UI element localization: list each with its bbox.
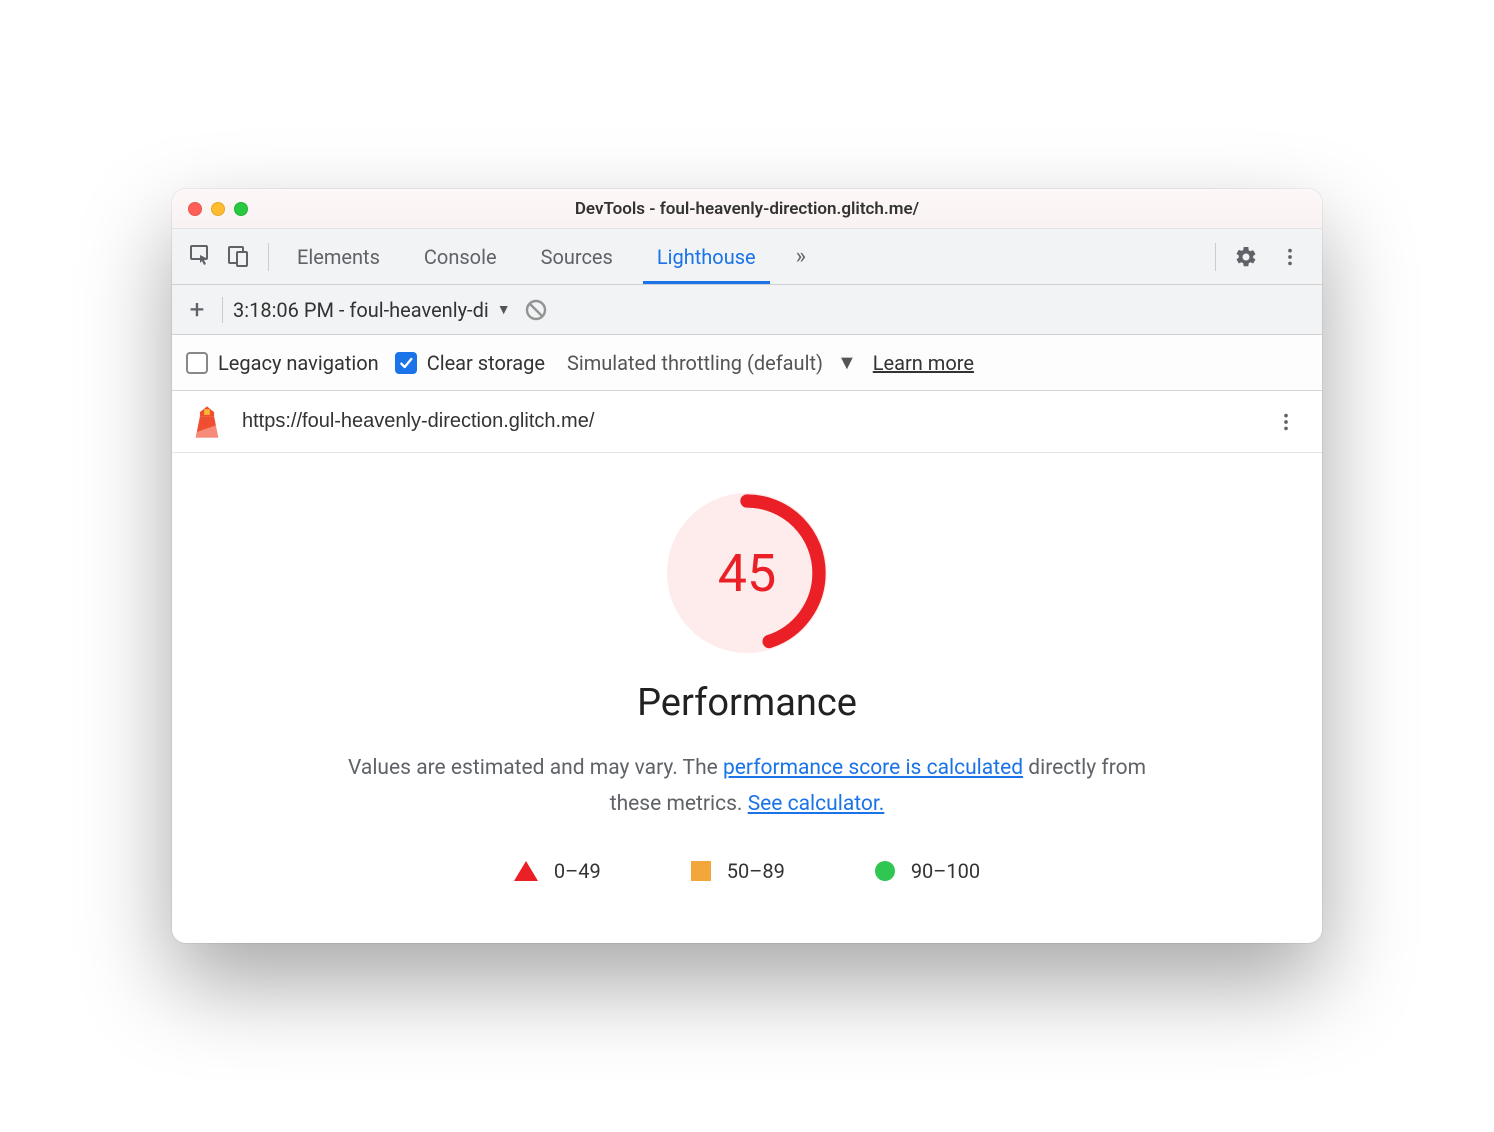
- square-icon: [691, 861, 711, 881]
- clear-storage-label: Clear storage: [427, 351, 545, 375]
- settings-button[interactable]: [1226, 237, 1266, 277]
- minimize-window-button[interactable]: [211, 202, 225, 216]
- tabstrip-left: [178, 243, 262, 271]
- report-header: https://foul-heavenly-direction.glitch.m…: [172, 391, 1322, 453]
- devtools-window: DevTools - foul-heavenly-direction.glitc…: [172, 189, 1322, 942]
- clear-reports-button[interactable]: [521, 295, 551, 325]
- devtools-tabstrip: Elements Console Sources Lighthouse »: [172, 229, 1322, 285]
- report-menu-button[interactable]: [1268, 404, 1304, 440]
- titlebar: DevTools - foul-heavenly-direction.glitc…: [172, 189, 1322, 229]
- divider: [1215, 243, 1216, 271]
- lighthouse-toolbar: + 3:18:06 PM - foul-heavenly-di ▼: [172, 285, 1322, 335]
- legacy-navigation-checkbox[interactable]: [186, 352, 208, 374]
- circle-icon: [875, 861, 895, 881]
- device-toolbar-icon[interactable]: [226, 243, 250, 271]
- tab-lighthouse[interactable]: Lighthouse: [635, 229, 778, 284]
- legend-average-label: 50–89: [727, 859, 785, 883]
- legend-fail: 0–49: [514, 859, 601, 883]
- score-legend: 0–49 50–89 90–100: [202, 859, 1292, 883]
- performance-score: 45: [667, 493, 827, 653]
- chevron-down-icon: ▼: [497, 301, 511, 318]
- lighthouse-options: Legacy navigation Clear storage Simulate…: [172, 335, 1322, 391]
- tab-console[interactable]: Console: [402, 229, 519, 284]
- legend-pass-label: 90–100: [911, 859, 980, 883]
- chevron-down-icon: ▼: [837, 350, 857, 375]
- new-report-button[interactable]: +: [182, 295, 212, 325]
- clear-storage-option[interactable]: Clear storage: [395, 351, 545, 375]
- legend-fail-label: 0–49: [554, 859, 601, 883]
- legacy-navigation-label: Legacy navigation: [218, 351, 379, 375]
- window-title: DevTools - foul-heavenly-direction.glitc…: [172, 199, 1322, 219]
- more-tabs-button[interactable]: »: [778, 244, 824, 269]
- throttling-selector[interactable]: Simulated throttling (default) ▼: [567, 350, 857, 375]
- report-url: https://foul-heavenly-direction.glitch.m…: [242, 410, 594, 433]
- divider: [222, 297, 223, 323]
- report-selector[interactable]: 3:18:06 PM - foul-heavenly-di ▼: [233, 298, 511, 322]
- inspect-element-icon[interactable]: [188, 243, 212, 271]
- close-window-button[interactable]: [188, 202, 202, 216]
- throttling-label: Simulated throttling (default): [567, 351, 823, 375]
- legend-average: 50–89: [691, 859, 785, 883]
- desc-text: Values are estimated and may vary. The: [348, 756, 723, 780]
- tab-elements[interactable]: Elements: [275, 229, 402, 284]
- performance-description: Values are estimated and may vary. The p…: [322, 751, 1172, 822]
- score-calc-link[interactable]: performance score is calculated: [723, 756, 1023, 780]
- tab-sources[interactable]: Sources: [519, 229, 635, 284]
- report-selector-label: 3:18:06 PM - foul-heavenly-di: [233, 298, 489, 322]
- triangle-icon: [514, 861, 538, 881]
- performance-title: Performance: [202, 681, 1292, 725]
- tabstrip-right: [1209, 237, 1316, 277]
- performance-section: 45 Performance Values are estimated and …: [172, 453, 1322, 942]
- window-controls: [172, 202, 248, 216]
- lighthouse-icon: [190, 405, 224, 439]
- see-calculator-link[interactable]: See calculator.: [748, 792, 885, 816]
- clear-storage-checkbox[interactable]: [395, 352, 417, 374]
- legacy-navigation-option[interactable]: Legacy navigation: [186, 351, 379, 375]
- maximize-window-button[interactable]: [234, 202, 248, 216]
- legend-pass: 90–100: [875, 859, 980, 883]
- panel-tabs: Elements Console Sources Lighthouse: [275, 229, 778, 284]
- divider: [268, 243, 269, 271]
- kebab-menu-button[interactable]: [1270, 237, 1310, 277]
- performance-gauge: 45: [667, 493, 827, 653]
- learn-more-link[interactable]: Learn more: [873, 351, 974, 375]
